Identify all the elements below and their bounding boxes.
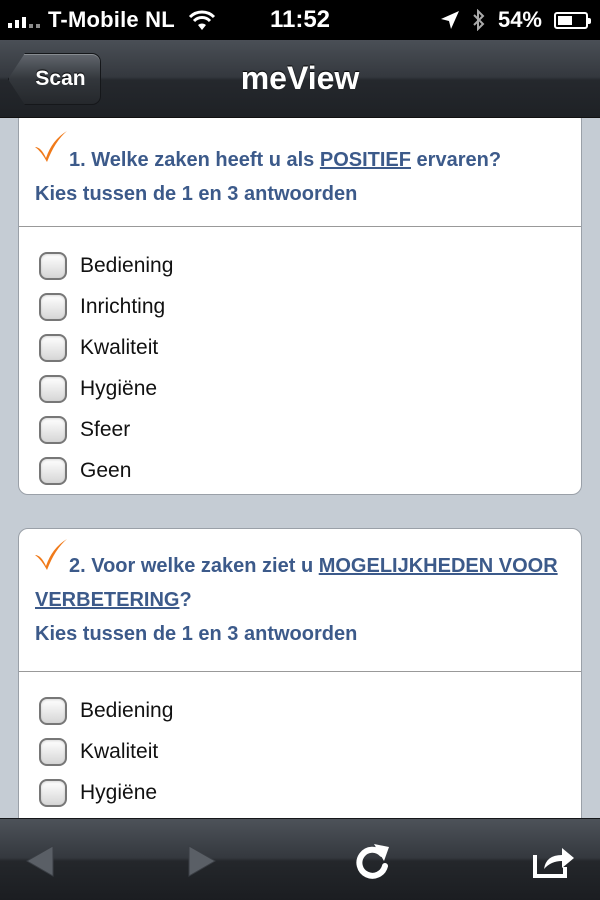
reload-icon	[356, 844, 389, 879]
question-card-1: 1. Welke zaken heeft u als POSITIEF erva…	[18, 118, 582, 495]
answer-options: Bediening Kwaliteit Hygiëne	[19, 672, 581, 818]
checkbox[interactable]	[39, 737, 67, 766]
share-button[interactable]	[532, 839, 576, 883]
checkbox[interactable]	[39, 292, 67, 321]
option-label: Hygiëne	[80, 376, 158, 400]
option-geen[interactable]: Geen	[39, 450, 581, 491]
question-subtitle: Kies tussen de 1 en 3 antwoorden	[35, 183, 358, 205]
checkbox[interactable]	[39, 333, 67, 362]
option-inrichting[interactable]: Inrichting	[39, 286, 581, 327]
battery-percentage: 54%	[497, 7, 542, 32]
carrier-name: T-Mobile NL	[48, 7, 175, 32]
checkbox[interactable]	[39, 251, 67, 280]
battery-icon	[554, 11, 591, 29]
question-text: 1. Welke zaken heeft u als POSITIEF erva…	[69, 149, 502, 171]
back-arrow-icon	[25, 845, 54, 877]
question-text: 2. Voor welke zaken ziet u MOGELIJKHEDEN…	[35, 555, 558, 611]
option-label: Kwaliteit	[80, 335, 159, 359]
option-hygiene[interactable]: Hygiëne	[39, 368, 581, 409]
question-header: 2. Voor welke zaken ziet u MOGELIJKHEDEN…	[19, 529, 581, 672]
checkbox[interactable]	[39, 696, 67, 725]
back-button[interactable]	[18, 839, 62, 883]
question-emphasis: POSITIEF	[319, 149, 411, 171]
option-label: Bediening	[80, 253, 174, 277]
orange-checkmark-icon	[35, 131, 67, 162]
checkbox[interactable]	[39, 415, 67, 444]
option-bediening[interactable]: Bediening	[39, 690, 581, 731]
checkbox[interactable]	[39, 778, 67, 807]
option-label: Hygiëne	[80, 780, 158, 804]
option-label: Bediening	[80, 698, 174, 722]
question-card-2: 2. Voor welke zaken ziet u MOGELIJKHEDEN…	[18, 528, 582, 818]
checkbox[interactable]	[39, 374, 67, 403]
page-title: meView	[240, 60, 360, 96]
share-icon	[533, 848, 574, 878]
option-bediening[interactable]: Bediening	[39, 245, 581, 286]
orange-checkmark-icon	[35, 539, 67, 570]
status-bar: T-Mobile NL 11:52 54%	[0, 0, 600, 40]
option-label: Geen	[80, 458, 132, 482]
forward-button[interactable]	[180, 839, 224, 883]
option-sfeer[interactable]: Sfeer	[39, 409, 581, 450]
option-label: Kwaliteit	[80, 739, 159, 763]
wifi-icon	[188, 10, 215, 30]
option-kwaliteit[interactable]: Kwaliteit	[39, 327, 581, 368]
checkbox[interactable]	[39, 456, 67, 485]
browser-toolbar	[0, 818, 600, 900]
navigation-bar: Scan meView	[0, 40, 600, 118]
signal-icon	[8, 12, 40, 28]
option-label: Sfeer	[80, 417, 131, 441]
forward-arrow-icon	[188, 845, 217, 877]
question-subtitle: Kies tussen de 1 en 3 antwoorden	[35, 623, 358, 645]
answer-options: Bediening Inrichting Kwaliteit Hygiëne S…	[19, 227, 581, 491]
option-label: Inrichting	[80, 294, 166, 318]
question-header: 1. Welke zaken heeft u als POSITIEF erva…	[19, 118, 581, 227]
location-icon	[440, 11, 459, 29]
option-kwaliteit[interactable]: Kwaliteit	[39, 731, 581, 772]
survey-content[interactable]: 1. Welke zaken heeft u als POSITIEF erva…	[0, 118, 600, 818]
bluetooth-icon	[473, 9, 485, 31]
option-hygiene[interactable]: Hygiëne	[39, 772, 581, 813]
reload-button[interactable]	[350, 839, 394, 883]
